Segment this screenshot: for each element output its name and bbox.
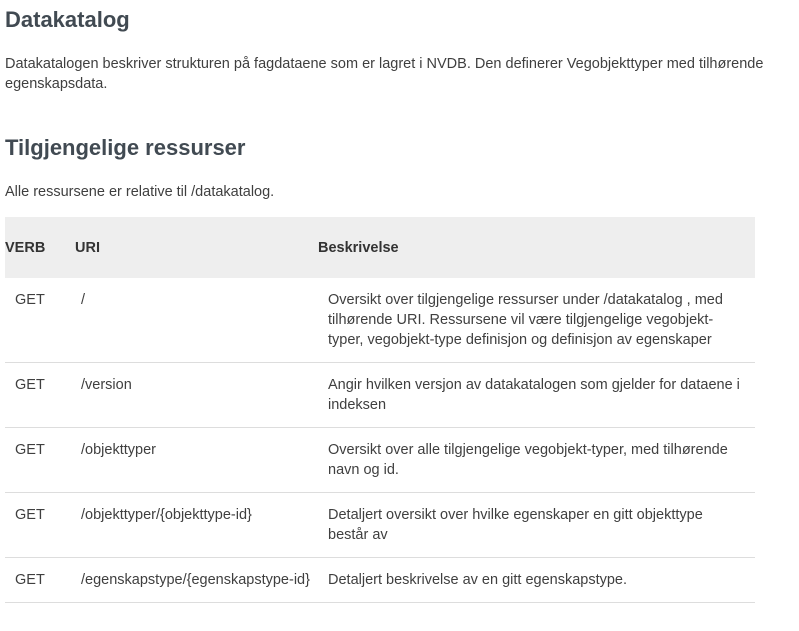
row-verb: GET [15,377,45,393]
table-row: GET /version Angir hvilken versjon av da… [5,362,755,428]
row-uri: /egenskapstype/{egenskapstype-id} [81,572,310,588]
table-row: GET /objekttyper Oversikt over alle tilg… [5,427,755,493]
page-title: Datakatalog [5,7,130,32]
table-row: GET / Oversikt over tilgjengelige ressur… [5,278,755,363]
table-row: GET /objekttyper/{objekttype-id} Detalje… [5,492,755,558]
row-description: Angir hvilken versjon av datakatalogen s… [328,377,740,413]
row-verb: GET [15,507,45,523]
column-header-description: Beskrivelse [318,239,399,256]
relative-path-note: Alle ressursene er relative til /datakat… [5,184,275,200]
row-uri: /objekttyper [81,442,156,458]
table-header-row: VERB URI Beskrivelse [5,217,755,278]
section-title: Tilgjengelige ressurser [5,135,246,160]
row-verb: GET [15,292,45,308]
row-description: Oversikt over tilgjengelige ressurser un… [328,292,723,348]
resources-table: VERB URI Beskrivelse GET / Oversikt over… [5,217,755,603]
row-uri: /version [81,377,132,393]
row-description: Detaljert beskrivelse av en gitt egenska… [328,572,628,588]
row-description: Oversikt over alle tilgjengelige vegobje… [328,442,728,478]
row-verb: GET [15,572,45,588]
row-description: Detaljert oversikt over hvilke egenskape… [328,507,703,543]
row-verb: GET [15,442,45,458]
column-header-uri: URI [75,239,100,256]
column-header-verb: VERB [5,239,46,256]
row-uri: /objekttyper/{objekttype-id} [81,507,252,523]
row-uri: / [81,292,86,308]
intro-paragraph: Datakatalogen beskriver strukturen på fa… [5,56,764,92]
table-row: GET /egenskapstype/{egenskapstype-id} De… [5,557,755,603]
